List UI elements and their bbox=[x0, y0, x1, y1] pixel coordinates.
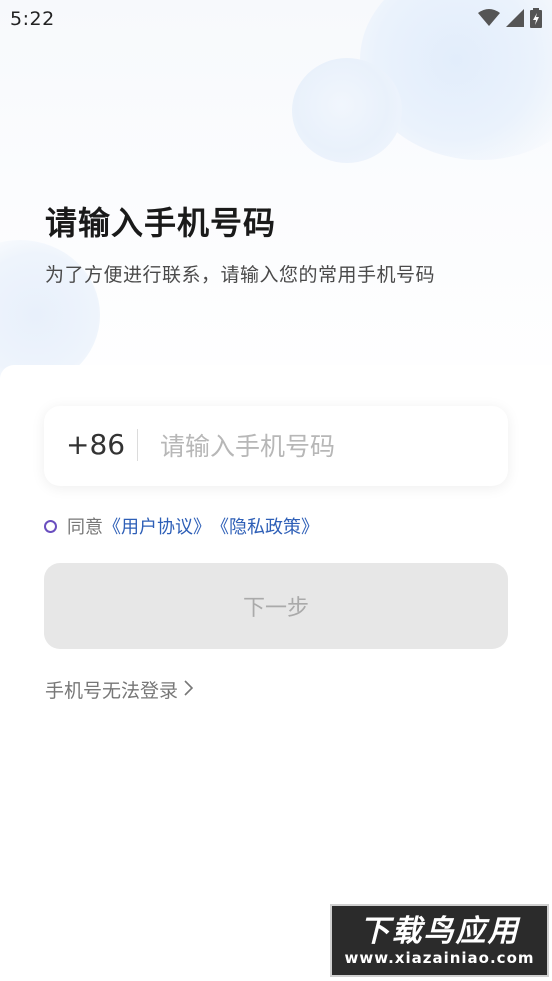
battery-charging-icon bbox=[530, 8, 542, 28]
agreement-prefix: 同意 bbox=[67, 517, 103, 538]
agreement-radio[interactable] bbox=[44, 519, 57, 533]
agreement-row: 同意 《用户协议》 《隐私政策》 bbox=[44, 513, 319, 539]
cannot-login-link[interactable]: 手机号无法登录 bbox=[45, 676, 194, 703]
page-title: 请输入手机号码 bbox=[45, 204, 277, 242]
next-button[interactable]: 下一步 bbox=[44, 563, 508, 649]
decorative-circle bbox=[292, 58, 402, 163]
status-icons bbox=[478, 8, 542, 28]
watermark-logo: 下载鸟应用 www.xiazainiao.com bbox=[330, 904, 549, 977]
user-agreement-link[interactable]: 《用户协议》 bbox=[103, 513, 211, 539]
phone-number-input[interactable] bbox=[160, 424, 480, 468]
chevron-right-icon bbox=[184, 679, 194, 701]
phone-input-box: +86 bbox=[44, 406, 508, 486]
signal-icon bbox=[506, 9, 524, 27]
status-bar: 5:22 bbox=[0, 0, 552, 38]
watermark-title: 下载鸟应用 bbox=[359, 913, 520, 949]
wifi-icon bbox=[478, 9, 500, 27]
status-time: 5:22 bbox=[10, 8, 55, 30]
privacy-policy-link[interactable]: 《隐私政策》 bbox=[211, 513, 319, 539]
country-code-selector[interactable]: +86 bbox=[66, 428, 125, 461]
divider bbox=[137, 429, 138, 461]
cannot-login-label: 手机号无法登录 bbox=[45, 680, 179, 702]
page-subtitle: 为了方便进行联系，请输入您的常用手机号码 bbox=[45, 264, 436, 286]
watermark-url: www.xiazainiao.com bbox=[344, 948, 535, 967]
